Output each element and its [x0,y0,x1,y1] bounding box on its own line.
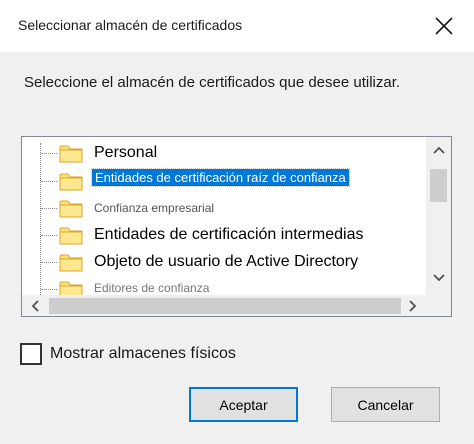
tree-item-intermediate-ca[interactable]: Entidades de certificación intermedias [22,222,426,249]
tree-connector [41,235,57,236]
tree-connector [41,181,57,182]
scroll-down-button[interactable] [426,267,451,289]
close-icon [435,17,453,35]
chevron-down-icon [432,274,445,282]
tree-item-label: Entidades de certificación intermedias [94,226,364,243]
tree-connector [41,262,57,263]
tree-item-label: Editores de confianza [94,281,210,295]
vertical-scrollbar[interactable] [426,137,451,295]
vertical-scroll-thumb[interactable] [430,169,447,202]
accept-button[interactable]: Aceptar [189,387,298,422]
folder-icon [59,281,83,295]
tree-item-trusted-publishers[interactable]: Editores de confianza [22,276,426,295]
tree-connector [41,289,57,290]
title-bar: Seleccionar almacén de certificados [0,0,474,52]
tree-item-label: Entidades de certificación raíz de confi… [91,168,350,187]
window-title: Seleccionar almacén de certificados [18,17,243,33]
chevron-left-icon [31,300,39,312]
horizontal-scroll-thumb[interactable] [49,298,401,314]
certificate-store-tree[interactable]: Personal Entidades de certificación raíz… [21,136,452,317]
tree-item-label: Confianza empresarial [94,201,215,215]
instruction-text: Seleccione el almacén de certificados qu… [24,74,401,91]
show-physical-stores-checkbox[interactable] [20,343,42,365]
scroll-up-button[interactable] [426,139,451,161]
tree-item-enterprise-trust[interactable]: Confianza empresarial [22,195,426,222]
chevron-right-icon [409,300,417,312]
tree-connector [41,208,57,209]
close-button[interactable] [420,6,468,46]
folder-icon [59,145,83,163]
tree-item-ad-user-object[interactable]: Objeto de usuario de Active Directory [22,249,426,276]
scroll-left-button[interactable] [24,295,46,316]
tree-connector [41,153,57,154]
folder-icon [59,254,83,272]
scrollbar-corner [426,295,451,316]
cancel-button[interactable]: Cancelar [331,387,440,422]
tree-item-label: Personal [94,144,158,161]
folder-icon [59,173,83,191]
tree-item-trusted-root-ca[interactable]: Entidades de certificación raíz de confi… [22,168,426,195]
checkbox-label: Mostrar almacenes físicos [50,345,236,362]
tree-item-personal[interactable]: Personal [22,140,426,167]
scroll-right-button[interactable] [402,295,424,316]
show-physical-stores-option[interactable]: Mostrar almacenes físicos [20,343,236,365]
horizontal-scrollbar[interactable] [22,295,426,316]
tree-viewport: Personal Entidades de certificación raíz… [22,137,426,295]
folder-icon [59,200,83,218]
folder-icon [59,227,83,245]
chevron-up-icon [432,146,445,154]
tree-item-label: Objeto de usuario de Active Directory [94,253,359,270]
